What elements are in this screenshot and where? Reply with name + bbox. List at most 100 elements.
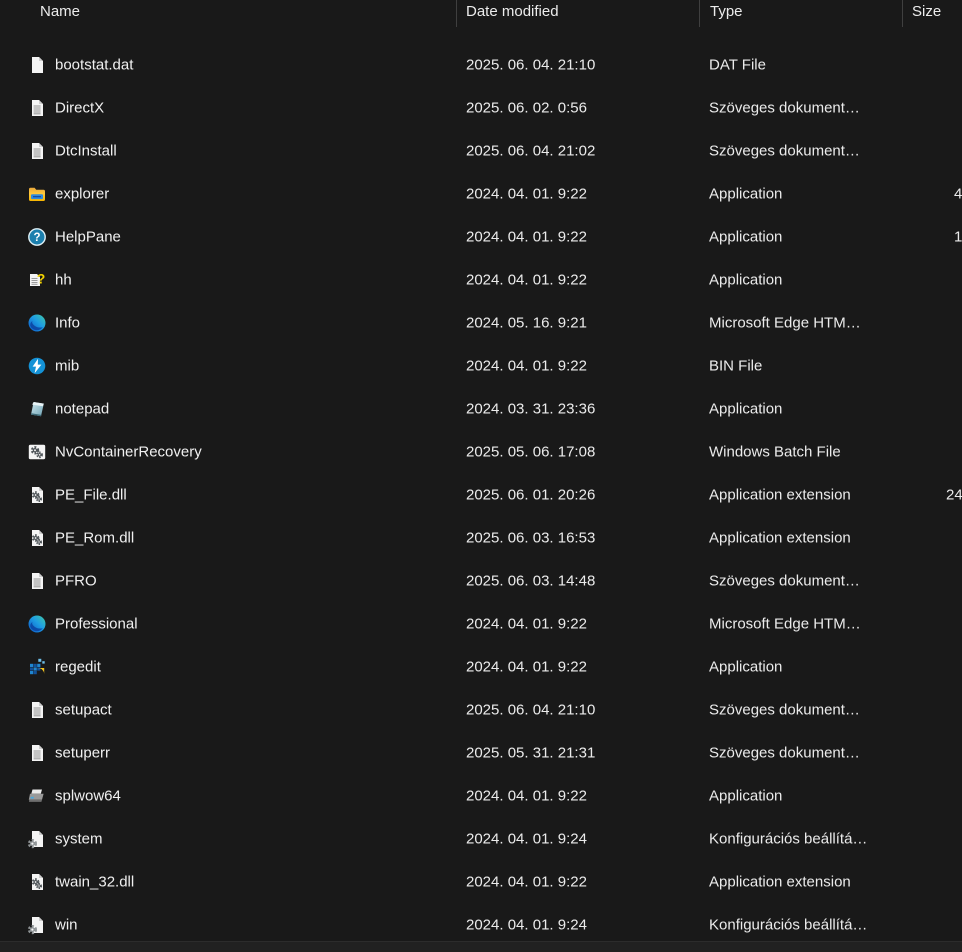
file-type: Szöveges dokument… — [709, 99, 860, 116]
file-type: BIN File — [709, 357, 763, 374]
file-type: Windows Batch File — [709, 443, 841, 460]
column-header-name[interactable]: Name — [40, 3, 80, 20]
file-row[interactable]: twain_32.dll 2024. 04. 01. 9:22 Applicat… — [0, 860, 962, 903]
file-name: bootstat.dat — [55, 56, 134, 73]
file-date-modified: 2025. 06. 03. 14:48 — [466, 572, 596, 589]
help-icon: ? — [27, 227, 47, 247]
file-name: system — [55, 830, 103, 847]
file-row[interactable]: ? HelpPane 2024. 04. 01. 9:22 Applicatio… — [0, 215, 962, 258]
file-date-modified: 2025. 06. 01. 20:26 — [466, 486, 596, 503]
file-row[interactable]: Info 2024. 05. 16. 9:21 Microsoft Edge H… — [0, 301, 962, 344]
file-date-modified: 2024. 04. 01. 9:22 — [466, 658, 587, 675]
file-row[interactable]: NvContainerRecovery 2025. 05. 06. 17:08 … — [0, 430, 962, 473]
file-name: PE_File.dll — [55, 486, 127, 503]
file-row[interactable]: mib 2024. 04. 01. 9:22 BIN File — [0, 344, 962, 387]
file-date-modified: 2024. 04. 01. 9:24 — [466, 916, 587, 933]
file-row[interactable]: PFRO 2025. 06. 03. 14:48 Szöveges dokume… — [0, 559, 962, 602]
explorer-icon — [27, 184, 47, 204]
file-type: Application — [709, 185, 783, 202]
file-date-modified: 2024. 04. 01. 9:22 — [466, 787, 587, 804]
edge-icon — [27, 313, 47, 333]
dll-gears-icon — [27, 485, 47, 505]
file-date-modified: 2024. 04. 01. 9:22 — [466, 271, 587, 288]
file-name: PE_Rom.dll — [55, 529, 135, 546]
file-date-modified: 2025. 06. 03. 16:53 — [466, 529, 596, 546]
file-date-modified: 2024. 04. 01. 9:22 — [466, 185, 587, 202]
file-name: Professional — [55, 615, 138, 632]
file-date-modified: 2024. 05. 16. 9:21 — [466, 314, 587, 331]
file-type: Microsoft Edge HTM… — [709, 615, 861, 632]
file-type: Szöveges dokument… — [709, 572, 860, 589]
edge-icon — [27, 614, 47, 634]
notepad-icon — [27, 399, 47, 419]
file-date-modified: 2024. 03. 31. 23:36 — [466, 400, 596, 417]
ini-gear-icon — [27, 915, 47, 935]
file-type: Szöveges dokument… — [709, 744, 860, 761]
file-row[interactable]: splwow64 2024. 04. 01. 9:22 Application — [0, 774, 962, 817]
file-list: bootstat.dat 2025. 06. 04. 21:10 DAT Fil… — [0, 43, 962, 946]
file-name: DtcInstall — [55, 142, 117, 159]
file-type: Konfigurációs beállítá… — [709, 830, 868, 847]
dll-gears-icon — [27, 528, 47, 548]
file-row[interactable]: regedit 2024. 04. 01. 9:22 Application — [0, 645, 962, 688]
column-resize-handle[interactable] — [902, 0, 903, 27]
file-name: hh — [55, 271, 72, 288]
file-row[interactable]: setupact 2025. 06. 04. 21:10 Szöveges do… — [0, 688, 962, 731]
file-type: Szöveges dokument… — [709, 142, 860, 159]
file-type: DAT File — [709, 56, 766, 73]
file-row[interactable]: setuperr 2025. 05. 31. 21:31 Szöveges do… — [0, 731, 962, 774]
file-size-fragment: 24 — [946, 486, 962, 503]
file-date-modified: 2025. 06. 04. 21:10 — [466, 56, 596, 73]
file-size-fragment: 4 — [954, 185, 962, 202]
clipped-text-fragment: .. — [709, 26, 716, 33]
file-row[interactable]: PE_Rom.dll 2025. 06. 03. 16:53 Applicati… — [0, 516, 962, 559]
text-file-icon — [27, 700, 47, 720]
file-row[interactable]: ? hh 2024. 04. 01. 9:22 Application — [0, 258, 962, 301]
file-row[interactable]: Professional 2024. 04. 01. 9:22 Microsof… — [0, 602, 962, 645]
ini-gear-icon — [27, 829, 47, 849]
file-explorer-list-view: { "columns": [ { "id": "name", "label": … — [0, 0, 962, 952]
file-type: Szöveges dokument… — [709, 701, 860, 718]
file-row[interactable]: win 2024. 04. 01. 9:24 Konfigurációs beá… — [0, 903, 962, 946]
file-date-modified: 2025. 06. 02. 0:56 — [466, 99, 587, 116]
column-header-bar: Name Date modified Type Size .. — [0, 0, 962, 33]
file-name: DirectX — [55, 99, 105, 116]
file-type: Application extension — [709, 486, 851, 503]
file-type: Application — [709, 228, 783, 245]
file-name: explorer — [55, 185, 110, 202]
file-name: regedit — [55, 658, 101, 675]
file-name: NvContainerRecovery — [55, 443, 202, 460]
file-row[interactable]: notepad 2024. 03. 31. 23:36 Application — [0, 387, 962, 430]
file-type: Application — [709, 271, 783, 288]
file-row[interactable]: explorer 2024. 04. 01. 9:22 Application … — [0, 172, 962, 215]
file-row[interactable]: PE_File.dll 2025. 06. 01. 20:26 Applicat… — [0, 473, 962, 516]
status-bar-edge — [0, 941, 962, 952]
hh-help-icon: ? — [27, 270, 47, 290]
svg-text:?: ? — [33, 232, 40, 244]
svg-text:?: ? — [37, 270, 46, 286]
file-row[interactable]: bootstat.dat 2025. 06. 04. 21:10 DAT Fil… — [0, 43, 962, 86]
file-name: setupact — [55, 701, 112, 718]
file-row[interactable]: DirectX 2025. 06. 02. 0:56 Szöveges doku… — [0, 86, 962, 129]
column-header-size[interactable]: Size — [912, 3, 941, 20]
text-file-icon — [27, 743, 47, 763]
file-date-modified: 2025. 06. 04. 21:02 — [466, 142, 596, 159]
column-resize-handle[interactable] — [456, 0, 457, 27]
mib-bolt-icon — [27, 356, 47, 376]
column-resize-handle[interactable] — [699, 0, 700, 27]
text-file-icon — [27, 98, 47, 118]
regedit-icon — [27, 657, 47, 677]
file-name: setuperr — [55, 744, 111, 761]
printer-icon — [27, 786, 47, 806]
file-date-modified: 2024. 04. 01. 9:22 — [466, 357, 587, 374]
file-name: Info — [55, 314, 81, 331]
file-date-modified: 2025. 05. 31. 21:31 — [466, 744, 596, 761]
column-header-date-modified[interactable]: Date modified — [466, 3, 559, 20]
file-row[interactable]: system 2024. 04. 01. 9:24 Konfigurációs … — [0, 817, 962, 860]
file-name: splwow64 — [55, 787, 121, 804]
column-header-type[interactable]: Type — [710, 3, 743, 20]
file-row[interactable]: DtcInstall 2025. 06. 04. 21:02 Szöveges … — [0, 129, 962, 172]
file-type: Application — [709, 658, 783, 675]
file-name: notepad — [55, 400, 110, 417]
file-type: Application extension — [709, 873, 851, 890]
